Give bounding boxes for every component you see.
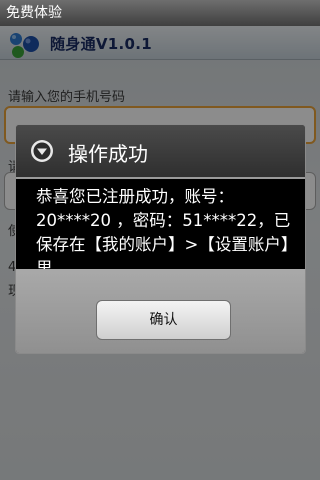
dialog-header: 操作成功 <box>16 125 305 177</box>
dialog-title: 操作成功 <box>68 142 148 166</box>
dropdown-circle-icon <box>31 140 53 162</box>
dialog-body: 恭喜您已注册成功，账号：20****20 ，密码：51****22，已保存在【我… <box>16 179 305 278</box>
dialog-footer: 确认 <box>16 269 305 353</box>
confirm-button[interactable]: 确认 <box>96 300 231 340</box>
dialog-message: 恭喜您已注册成功，账号：20****20 ，密码：51****22，已保存在【我… <box>36 187 298 278</box>
window-title-bar: 免费体验 <box>0 0 320 26</box>
success-dialog: 操作成功 恭喜您已注册成功，账号：20****20 ，密码：51****22，已… <box>15 124 306 354</box>
window-title: 免费体验 <box>6 5 62 21</box>
